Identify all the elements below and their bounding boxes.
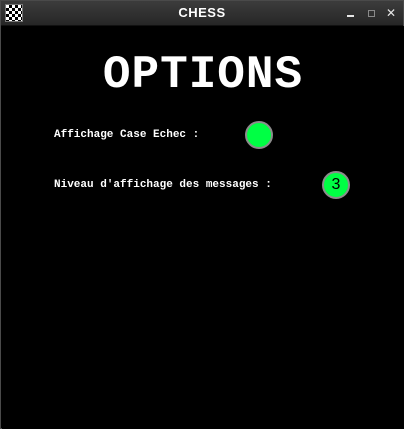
close-button[interactable]: ✕ [384, 6, 398, 20]
message-level-label: Niveau d'affichage des messages : [54, 179, 272, 191]
window-title: CHESS [178, 5, 226, 20]
options-panel: OPTIONS Affichage Case Echec : Niveau d'… [2, 26, 404, 429]
minimize-button[interactable] [344, 6, 358, 20]
title-bar[interactable]: CHESS ✕ [1, 1, 403, 26]
message-level-button[interactable]: 3 [322, 171, 350, 199]
maximize-button[interactable] [364, 6, 378, 20]
check-square-display-label: Affichage Case Echec : [54, 129, 200, 141]
check-square-display-toggle[interactable] [245, 121, 273, 149]
chess-window: CHESS ✕ OPTIONS Affichage Case Echec : N… [0, 0, 404, 429]
page-title: OPTIONS [102, 49, 304, 101]
